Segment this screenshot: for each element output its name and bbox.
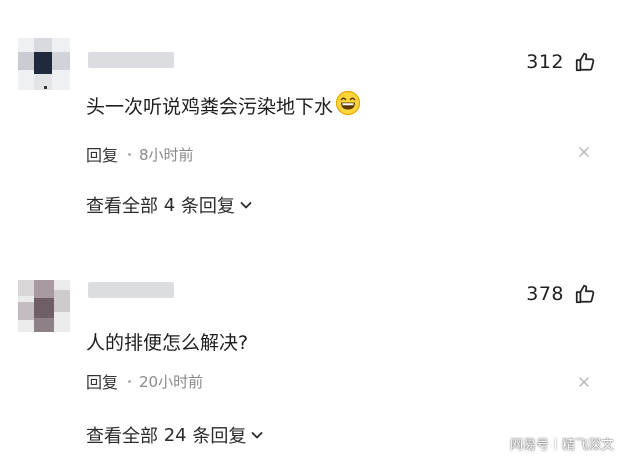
like-button[interactable]: 378 xyxy=(526,283,596,305)
chevron-down-icon xyxy=(240,202,252,209)
view-all-replies-button[interactable]: 查看全部 4 条回复 xyxy=(86,192,254,218)
watermark-author: 精飞深文 xyxy=(561,438,614,453)
thumbs-up-icon xyxy=(575,52,595,72)
view-all-replies-button[interactable]: 查看全部 24 条回复 xyxy=(86,422,265,448)
timestamp: 20小时前 xyxy=(139,372,204,391)
watermark-divider xyxy=(554,437,556,450)
thumbs-up-icon xyxy=(575,284,595,304)
reply-count: 4 xyxy=(163,194,176,216)
like-count: 312 xyxy=(526,51,564,73)
watermark: 网易号 精飞深文 xyxy=(510,434,614,453)
timestamp: 8小时前 xyxy=(139,145,194,164)
close-icon[interactable] xyxy=(578,146,590,158)
watermark-brand: 网易号 xyxy=(509,438,549,453)
avatar[interactable] xyxy=(18,280,70,332)
like-button[interactable]: 312 xyxy=(526,51,596,73)
comment-item: 312 头一次听说鸡粪会污染地下水 回复 8小时前 查看全部 4 条回复 xyxy=(0,0,626,220)
reply-button[interactable]: 回复 xyxy=(86,142,118,166)
grinning-face-emoji xyxy=(335,90,361,121)
reply-count: 24 xyxy=(163,424,187,446)
comment-text: 头一次听说鸡粪会污染地下水 xyxy=(86,90,361,121)
chevron-down-icon xyxy=(251,432,263,439)
comment-text: 人的排便怎么解决? xyxy=(86,332,249,354)
username[interactable] xyxy=(88,52,174,68)
like-count: 378 xyxy=(526,283,564,305)
username[interactable] xyxy=(88,282,174,298)
separator-dot xyxy=(128,152,132,156)
comment-item: 378 人的排便怎么解决? 回复 20小时前 查看全部 24 条回复 xyxy=(0,228,626,448)
avatar[interactable] xyxy=(18,38,70,90)
comment-meta: 回复 8小时前 xyxy=(86,142,194,166)
reply-button[interactable]: 回复 xyxy=(86,369,118,393)
close-icon[interactable] xyxy=(578,376,590,388)
comment-meta: 回复 20小时前 xyxy=(86,369,203,393)
separator-dot xyxy=(128,379,132,383)
